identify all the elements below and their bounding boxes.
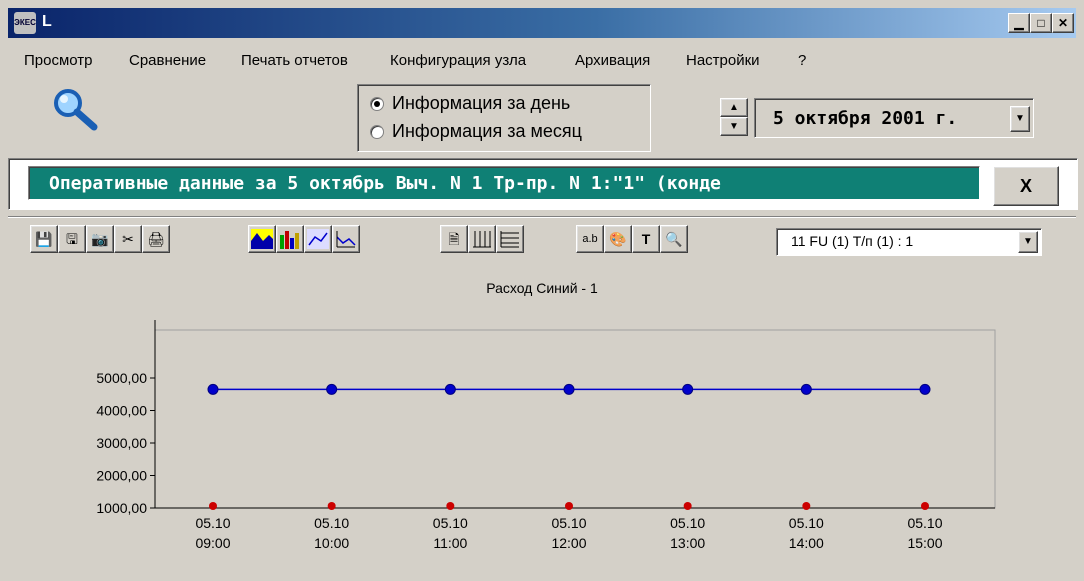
- data-point: [682, 383, 694, 395]
- close-button[interactable]: ✕: [1052, 13, 1074, 33]
- menu-help[interactable]: ?: [798, 52, 806, 69]
- title-bar[interactable]: ЭКЕС L ▁ □ ✕: [8, 8, 1076, 38]
- menu-compare[interactable]: Сравнение: [129, 52, 206, 69]
- vertical-grid-icon[interactable]: [468, 225, 496, 253]
- menu-node-config[interactable]: Конфигурация узла: [390, 52, 526, 69]
- chevron-down-icon[interactable]: ▼: [1010, 106, 1030, 132]
- radio-month-dot[interactable]: [370, 124, 384, 139]
- menu-print-reports[interactable]: Печать отчетов: [241, 52, 348, 69]
- font-icon[interactable]: T: [632, 225, 660, 253]
- data-point: [802, 502, 811, 510]
- data-point: [444, 383, 456, 395]
- palette-icon[interactable]: 🎨: [604, 225, 632, 253]
- minimize-button[interactable]: ▁: [1008, 13, 1030, 33]
- data-point: [446, 502, 455, 510]
- x-tick-label-date: 05.10: [433, 515, 468, 531]
- radio-month-label[interactable]: Информация за месяц: [392, 121, 582, 142]
- data-point: [563, 383, 575, 395]
- data-point: [327, 502, 336, 510]
- menu-settings[interactable]: Настройки: [686, 52, 760, 69]
- save-as-icon[interactable]: 🖫: [58, 225, 86, 253]
- x-tick-label-date: 05.10: [789, 515, 824, 531]
- x-tick-label-date: 05.10: [907, 515, 942, 531]
- menu-view[interactable]: Просмотр: [24, 52, 93, 69]
- y-tick-label: 4000,00: [96, 403, 147, 419]
- bar-chart-icon[interactable]: [276, 225, 304, 253]
- radio-day-dot[interactable]: [370, 96, 384, 111]
- x-tick-label-time: 14:00: [789, 535, 824, 551]
- x-tick-label-time: 13:00: [670, 535, 705, 551]
- line-chart-icon[interactable]: [332, 225, 360, 253]
- data-point: [800, 383, 812, 395]
- x-tick-label-time: 15:00: [907, 535, 942, 551]
- x-tick-label-time: 10:00: [314, 535, 349, 551]
- y-tick-label: 3000,00: [96, 435, 147, 451]
- close-info-button[interactable]: X: [993, 166, 1059, 206]
- data-point: [209, 502, 217, 510]
- date-spinner[interactable]: ▲ ▼: [720, 98, 748, 136]
- text-label-icon[interactable]: a.b: [576, 225, 604, 253]
- chart-title: Расход Синий - 1: [486, 280, 598, 296]
- x-tick-label-time: 11:00: [433, 535, 467, 551]
- y-tick-label: 2000,00: [96, 468, 147, 484]
- chevron-down-icon[interactable]: ▼: [1018, 231, 1038, 253]
- search-icon[interactable]: [50, 85, 102, 133]
- x-tick-label-date: 05.10: [195, 515, 230, 531]
- data-point: [683, 502, 692, 510]
- scissors-icon[interactable]: ✂: [114, 225, 142, 253]
- maximize-button[interactable]: □: [1030, 13, 1052, 33]
- y-tick-label: 5000,00: [96, 370, 147, 386]
- spin-down-icon[interactable]: ▼: [720, 117, 748, 136]
- series-select-value: 11 FU (1) T/п (1) : 1: [791, 233, 914, 249]
- menu-bar: Просмотр Сравнение Печать отчетов Конфиг…: [8, 42, 1076, 70]
- data-point: [921, 502, 929, 510]
- radio-month[interactable]: Информация за месяц: [370, 121, 582, 142]
- chart: 1000,00 2000,00 3000,00 4000,00 5000,00 05.10…: [96, 320, 996, 551]
- date-combo[interactable]: 5 октября 2001 г. ▼: [754, 98, 1034, 138]
- line-points-chart-icon[interactable]: [304, 225, 332, 253]
- data-point: [207, 383, 219, 395]
- horizontal-grid-icon[interactable]: [496, 225, 524, 253]
- area-chart-icon[interactable]: [248, 225, 276, 253]
- print-icon[interactable]: 🖨: [142, 225, 170, 253]
- camera-icon[interactable]: 📷: [86, 225, 114, 253]
- period-radio-group: Информация за день Информация за месяц: [357, 84, 651, 152]
- radio-day-label[interactable]: Информация за день: [392, 93, 570, 114]
- date-value: 5 октября 2001 г.: [773, 108, 958, 129]
- document-icon[interactable]: 🗎: [440, 225, 468, 253]
- menu-archive[interactable]: Архивация: [575, 52, 650, 69]
- spin-up-icon[interactable]: ▲: [720, 98, 748, 117]
- window-title: L: [42, 13, 52, 30]
- x-tick-label-date: 05.10: [314, 515, 349, 531]
- x-tick-label-date: 05.10: [551, 515, 586, 531]
- info-text: Оперативные данные за 5 октябрь Выч. N 1…: [28, 166, 980, 200]
- y-tick-label: 1000,00: [96, 500, 147, 516]
- data-point: [919, 383, 931, 395]
- x-tick-label-time: 09:00: [195, 535, 230, 551]
- series-select[interactable]: 11 FU (1) T/п (1) : 1 ▼: [776, 228, 1042, 256]
- plot-area: [154, 329, 996, 509]
- data-point: [326, 383, 338, 395]
- radio-day[interactable]: Информация за день: [370, 93, 570, 114]
- zoom-icon[interactable]: 🔍: [660, 225, 688, 253]
- save-icon[interactable]: 💾: [30, 225, 58, 253]
- data-point: [565, 502, 573, 510]
- x-tick-label-date: 05.10: [670, 515, 705, 531]
- app-icon[interactable]: ЭКЕС: [14, 12, 36, 34]
- x-tick-label-time: 12:00: [551, 535, 586, 551]
